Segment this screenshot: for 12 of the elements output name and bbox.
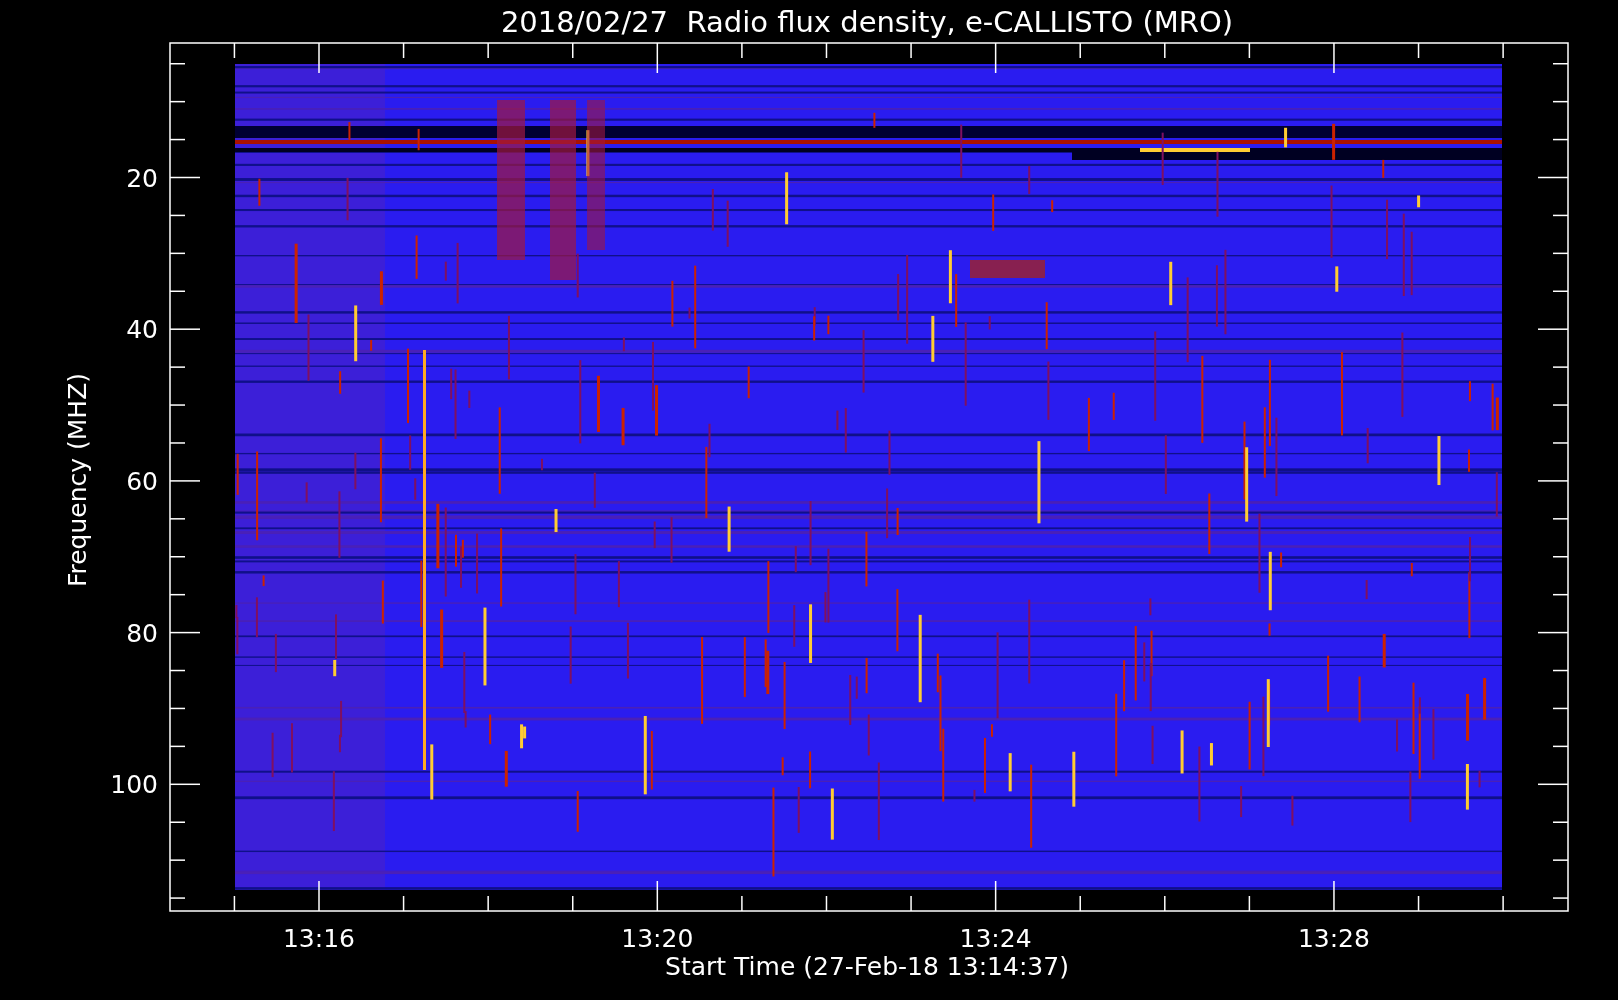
y-tick-label: 80: [126, 618, 158, 648]
x-tick-label: 13:24: [959, 924, 1032, 953]
y-axis-label: Frequency (MHZ): [63, 372, 92, 588]
x-tick-label: 13:16: [283, 924, 355, 953]
x-tick-label: 13:20: [621, 924, 694, 953]
y-tick-label: 60: [126, 466, 158, 496]
y-tick-label: 100: [110, 770, 158, 800]
y-tick-label: 20: [126, 163, 158, 193]
chart-title: 2018/02/27 Radio flux density, e-CALLISTO (MRO): [500, 5, 1234, 39]
x-axis-label: Start Time (27-Feb-18 13:14:37): [665, 952, 1069, 981]
x-tick-label: 13:28: [1297, 924, 1370, 953]
y-tick-label: 40: [126, 315, 158, 345]
